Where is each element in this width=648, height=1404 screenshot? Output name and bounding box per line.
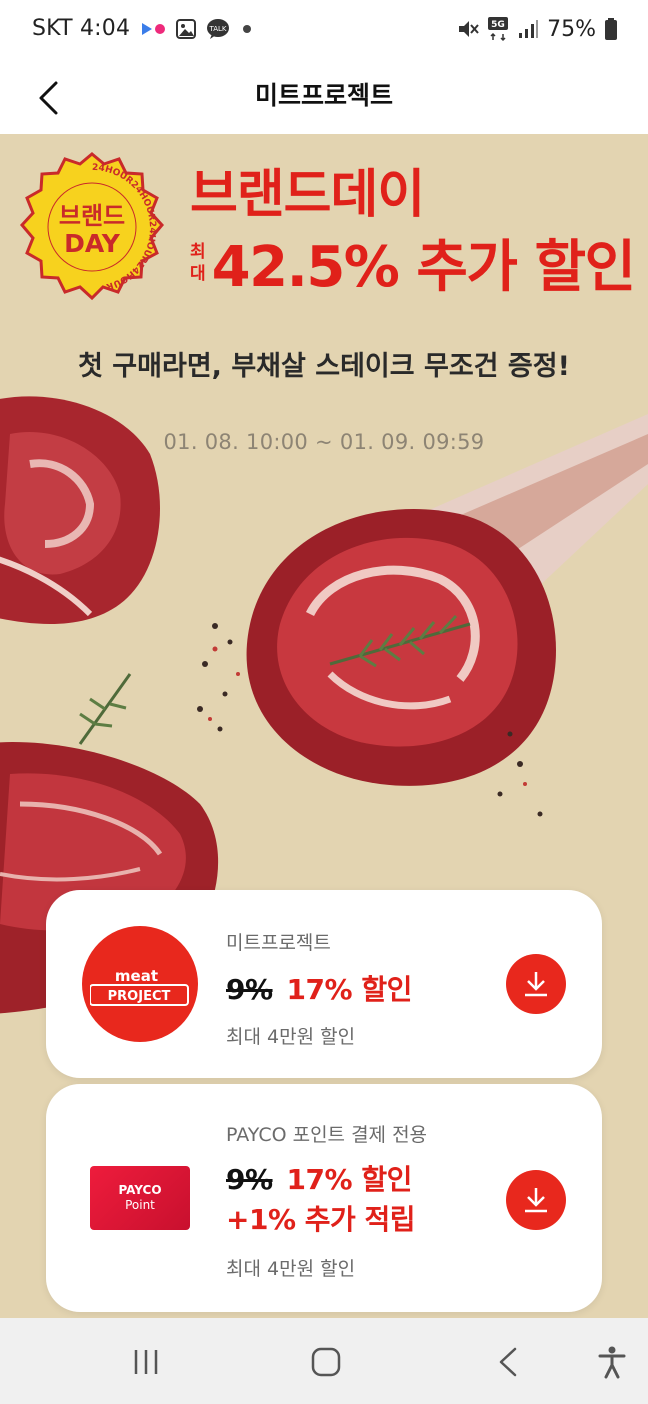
coupon-card-meatproject[interactable]: meat PROJECT 미트프로젝트 9% 17% 할인 최대 4만원 할인: [46, 890, 602, 1078]
svg-text:meat: meat: [115, 967, 158, 985]
badge-line1: 브랜드: [59, 202, 125, 230]
coupon-brand: 미트프로젝트: [226, 932, 331, 954]
brand-day-badge: 24HOUR24HOUR24HOUR24HOUR 브랜드 DAY: [20, 152, 164, 301]
event-period: 01. 08. 10:00 ~ 01. 09. 09:59: [163, 430, 485, 454]
new-rate: 17% 할인: [286, 1163, 413, 1196]
home-button[interactable]: [296, 1336, 356, 1388]
discount-text: 42.5% 추가 할인: [211, 235, 636, 300]
coupon-rate: 9% 17% 할인: [226, 968, 412, 1008]
payco-point-logo: PAYCO Point: [90, 1166, 190, 1230]
badge-line2: DAY: [64, 229, 121, 258]
battery-percent: 75%: [547, 16, 596, 42]
discount-row: 최 대 42.5% 추가 할인: [190, 222, 636, 303]
status-right: 5G 75%: [457, 16, 618, 42]
promo-banner: 24HOUR24HOUR24HOUR24HOUR 브랜드 DAY 브랜드데이 최…: [0, 134, 648, 1318]
gallery-icon: [176, 18, 197, 39]
extra-reward: +1% 추가 적립: [226, 1203, 416, 1236]
system-back-button[interactable]: [478, 1336, 538, 1388]
app-bar: 미트프로젝트: [0, 62, 648, 134]
new-rate: 17% 할인: [286, 973, 413, 1006]
carrier-time: SKT 4:04: [32, 16, 131, 41]
coupon-rate: 9% 17% 할인: [226, 1158, 412, 1198]
svg-text:PROJECT: PROJECT: [108, 989, 171, 1004]
coupon-card-payco[interactable]: PAYCO Point PAYCO 포인트 결제 전용 9% 17% 할인 +1%…: [46, 1084, 602, 1312]
download-icon: [525, 1188, 547, 1213]
old-rate: 9%: [226, 973, 273, 1006]
coupon-note: 최대 4만원 할인: [226, 1026, 356, 1048]
network-icon: 5G: [487, 16, 509, 42]
download-coupon-button[interactable]: [506, 954, 566, 1014]
sub-headline: 첫 구매라면, 부채살 스테이크 무조건 증정!: [78, 351, 570, 382]
home-icon: [311, 1347, 341, 1377]
flickr-icon: [140, 22, 166, 36]
max-label: 최 대: [190, 241, 206, 284]
mute-icon: [457, 18, 479, 40]
page-title: 미트프로젝트: [254, 81, 393, 110]
banner-headline: 브랜드데이: [190, 165, 425, 225]
coupon-brand: PAYCO 포인트 결제 전용: [226, 1124, 428, 1146]
signal-icon: [517, 18, 539, 40]
accessibility-button[interactable]: [582, 1336, 642, 1388]
status-left: SKT 4:04 TALK: [32, 16, 254, 41]
battery-icon: [604, 17, 618, 41]
coupon-note: 최대 4만원 할인: [226, 1258, 356, 1280]
back-arrow-icon: [499, 1347, 517, 1377]
download-icon: [525, 972, 547, 997]
recent-apps-button[interactable]: [116, 1336, 176, 1388]
recent-apps-icon: [134, 1350, 158, 1374]
download-coupon-button[interactable]: [506, 1170, 566, 1230]
accessibility-icon: [598, 1346, 626, 1379]
svg-text:TALK: TALK: [209, 25, 227, 33]
svg-text:5G: 5G: [491, 20, 505, 30]
system-nav-bar: [0, 1318, 648, 1404]
status-bar: SKT 4:04 TALK 5G 75%: [0, 0, 648, 62]
old-rate: 9%: [226, 1163, 273, 1196]
dot-icon: [240, 22, 254, 36]
talk-icon: TALK: [206, 18, 230, 40]
meatproject-logo: meat PROJECT: [82, 926, 198, 1042]
